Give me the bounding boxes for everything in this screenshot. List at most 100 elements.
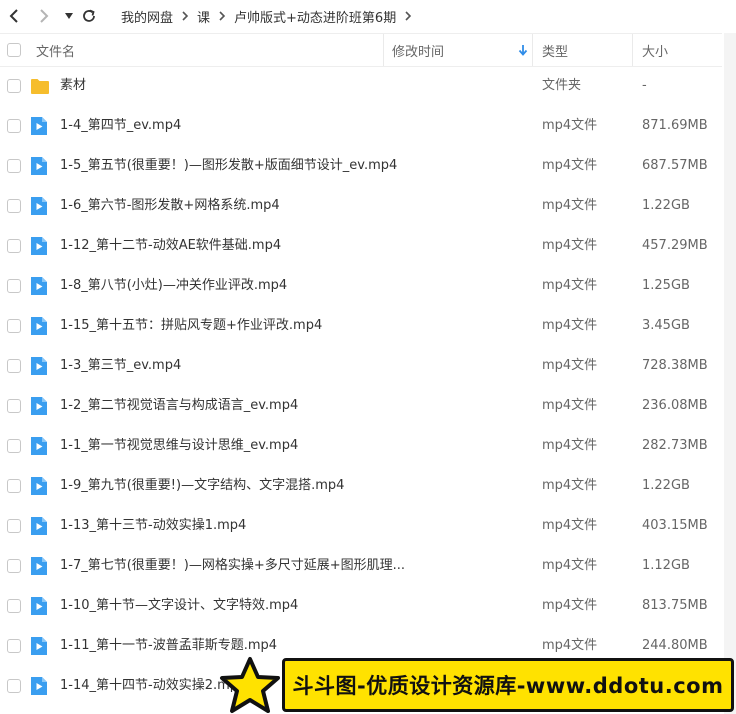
column-divider[interactable]	[632, 34, 633, 66]
chevron-right-icon	[404, 10, 412, 22]
row-checkbox[interactable]	[7, 559, 21, 573]
file-size: 3.45GB	[642, 318, 690, 333]
file-name[interactable]: 1-15_第十五节：拼贴风专题+作业评改.mp4	[60, 306, 322, 346]
file-type: mp4文件	[542, 518, 598, 533]
video-file-icon	[30, 636, 50, 656]
file-row[interactable]: 1-8_第八节(小灶)—冲关作业评改.mp4 mp4文件 1.25GB	[0, 266, 722, 306]
file-size: 687.57MB	[642, 158, 708, 173]
row-checkbox[interactable]	[7, 479, 21, 493]
column-header: 文件名 修改时间 类型 大小	[0, 33, 722, 67]
file-size: 1.22GB	[642, 198, 690, 213]
file-size: 871.69MB	[642, 118, 708, 133]
file-row[interactable]: 1-13_第十三节-动效实操1.mp4 mp4文件 403.15MB	[0, 506, 722, 546]
forward-button[interactable]	[34, 6, 54, 26]
column-name[interactable]: 文件名	[36, 34, 75, 66]
file-size: 236.08MB	[642, 398, 708, 413]
star-icon	[220, 657, 280, 713]
video-file-icon	[30, 476, 50, 496]
column-size[interactable]: 大小	[642, 34, 668, 66]
row-checkbox[interactable]	[7, 279, 21, 293]
row-checkbox[interactable]	[7, 79, 21, 93]
caret-down-icon	[65, 13, 73, 19]
file-type: mp4文件	[542, 558, 598, 573]
file-size: 403.15MB	[642, 518, 708, 533]
row-checkbox[interactable]	[7, 239, 21, 253]
file-name[interactable]: 1-9_第九节(很重要!)—文字结构、文字混搭.mp4	[60, 466, 344, 506]
file-row[interactable]: 1-7_第七节(很重要！)—网格实操+多尺寸延展+图形肌理... mp4文件 1…	[0, 546, 722, 586]
file-name[interactable]: 1-12_第十二节-动效AE软件基础.mp4	[60, 226, 281, 266]
file-type: mp4文件	[542, 118, 598, 133]
row-checkbox[interactable]	[7, 319, 21, 333]
file-row[interactable]: 1-12_第十二节-动效AE软件基础.mp4 mp4文件 457.29MB	[0, 226, 722, 266]
row-checkbox[interactable]	[7, 679, 21, 693]
watermark-text: 斗斗图-优质设计资源库-www.ddotu.com	[292, 674, 724, 698]
watermark-banner: 斗斗图-优质设计资源库-www.ddotu.com	[282, 658, 734, 712]
file-name[interactable]: 1-13_第十三节-动效实操1.mp4	[60, 506, 246, 546]
file-row[interactable]: 1-1_第一节视觉思维与设计思维_ev.mp4 mp4文件 282.73MB	[0, 426, 722, 466]
file-type: mp4文件	[542, 398, 598, 413]
file-name[interactable]: 1-6_第六节-图形发散+网格系统.mp4	[60, 186, 280, 226]
file-type: 文件夹	[542, 78, 582, 93]
file-name[interactable]: 1-1_第一节视觉思维与设计思维_ev.mp4	[60, 426, 298, 466]
column-divider[interactable]	[383, 34, 384, 66]
video-file-icon	[30, 276, 50, 296]
file-type: mp4文件	[542, 598, 598, 613]
file-size: 1.22GB	[642, 478, 690, 493]
file-row[interactable]: 1-6_第六节-图形发散+网格系统.mp4 mp4文件 1.22GB	[0, 186, 722, 226]
file-name[interactable]: 1-4_第四节_ev.mp4	[60, 106, 181, 146]
chevron-left-icon	[9, 9, 18, 23]
file-name[interactable]: 1-10_第十节—文字设计、文字特效.mp4	[60, 586, 298, 626]
file-name[interactable]: 1-2_第二节视觉语言与构成语言_ev.mp4	[60, 386, 298, 426]
file-row[interactable]: 1-3_第三节_ev.mp4 mp4文件 728.38MB	[0, 346, 722, 386]
folder-icon	[30, 76, 50, 96]
file-type: mp4文件	[542, 238, 598, 253]
video-file-icon	[30, 356, 50, 376]
row-checkbox[interactable]	[7, 599, 21, 613]
file-row[interactable]: 1-5_第五节(很重要！)—图形发散+版面细节设计_ev.mp4 mp4文件 6…	[0, 146, 722, 186]
video-file-icon	[30, 156, 50, 176]
file-size: 282.73MB	[642, 438, 708, 453]
breadcrumb-item-root[interactable]: 我的网盘	[121, 7, 173, 26]
row-checkbox[interactable]	[7, 399, 21, 413]
row-checkbox[interactable]	[7, 359, 21, 373]
column-modified[interactable]: 修改时间	[392, 34, 444, 66]
file-name[interactable]: 1-8_第八节(小灶)—冲关作业评改.mp4	[60, 266, 287, 306]
breadcrumb-item-course[interactable]: 课	[197, 7, 210, 26]
file-row[interactable]: 素材 文件夹 -	[0, 66, 722, 106]
file-type: mp4文件	[542, 358, 598, 373]
file-row[interactable]: 1-4_第四节_ev.mp4 mp4文件 871.69MB	[0, 106, 722, 146]
row-checkbox[interactable]	[7, 159, 21, 173]
sort-desc-icon[interactable]	[518, 34, 528, 66]
file-type: mp4文件	[542, 278, 598, 293]
select-all-checkbox[interactable]	[7, 43, 21, 57]
video-file-icon	[30, 516, 50, 536]
file-name[interactable]: 素材	[60, 66, 86, 106]
file-name[interactable]: 1-3_第三节_ev.mp4	[60, 346, 181, 386]
video-file-icon	[30, 556, 50, 576]
row-checkbox[interactable]	[7, 439, 21, 453]
back-button[interactable]	[4, 6, 24, 26]
refresh-icon	[83, 9, 95, 22]
history-dropdown-button[interactable]	[59, 6, 79, 26]
vertical-scrollbar[interactable]	[724, 33, 736, 714]
file-row[interactable]: 1-15_第十五节：拼贴风专题+作业评改.mp4 mp4文件 3.45GB	[0, 306, 722, 346]
file-row[interactable]: 1-10_第十节—文字设计、文字特效.mp4 mp4文件 813.75MB	[0, 586, 722, 626]
video-file-icon	[30, 596, 50, 616]
breadcrumb-item-current[interactable]: 卢帅版式+动态进阶班第6期	[234, 7, 396, 26]
toolbar: 我的网盘 课 卢帅版式+动态进阶班第6期	[0, 0, 736, 32]
row-checkbox[interactable]	[7, 119, 21, 133]
file-row[interactable]: 1-9_第九节(很重要!)—文字结构、文字混搭.mp4 mp4文件 1.22GB	[0, 466, 722, 506]
file-type: mp4文件	[542, 198, 598, 213]
file-type: mp4文件	[542, 438, 598, 453]
row-checkbox[interactable]	[7, 639, 21, 653]
column-type[interactable]: 类型	[542, 34, 568, 66]
video-file-icon	[30, 196, 50, 216]
video-file-icon	[30, 676, 50, 696]
file-name[interactable]: 1-7_第七节(很重要！)—网格实操+多尺寸延展+图形肌理...	[60, 546, 405, 586]
refresh-button[interactable]	[79, 6, 99, 26]
row-checkbox[interactable]	[7, 519, 21, 533]
file-row[interactable]: 1-2_第二节视觉语言与构成语言_ev.mp4 mp4文件 236.08MB	[0, 386, 722, 426]
row-checkbox[interactable]	[7, 199, 21, 213]
column-divider[interactable]	[532, 34, 533, 66]
file-name[interactable]: 1-5_第五节(很重要！)—图形发散+版面细节设计_ev.mp4	[60, 146, 397, 186]
